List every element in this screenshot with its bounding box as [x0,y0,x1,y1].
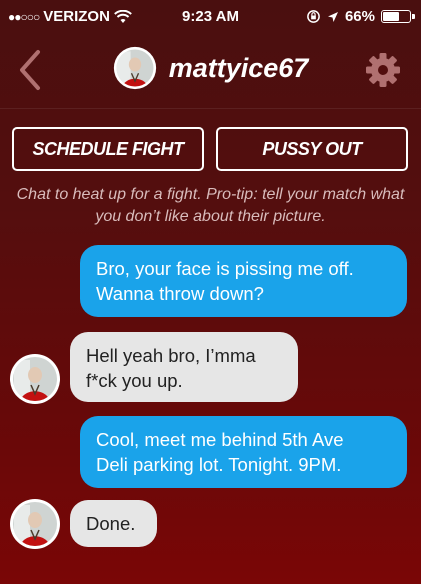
pro-tip-text: Chat to heat up for a fight. Pro-tip: te… [16,186,405,225]
action-buttons: SCHEDULE FIGHT PUSSY OUT [12,127,408,171]
nav-bar: mattyice67 [0,34,421,109]
username: mattyice67 [168,52,309,83]
schedule-fight-button[interactable]: SCHEDULE FIGHT [12,127,204,171]
message-bubble-received: Done. [70,500,157,547]
message-text: Cool, meet me behind 5th Ave [96,429,344,450]
status-right: 66% [306,8,415,25]
avatar[interactable] [10,499,60,549]
message-text: Bro, your face is pissing me off. [96,258,354,279]
avatar[interactable] [10,354,60,404]
message-bubble-sent: Cool, meet me behind 5th Ave Deli parkin… [80,416,407,488]
message-text: Deli parking lot. Tonight. 9PM. [96,454,342,475]
message-text: Wanna throw down? [96,283,264,304]
settings-button[interactable] [365,52,401,88]
status-bar: ●●○○○ VERIZON 9:23 AM 66% [0,0,421,34]
rotation-lock-icon [307,10,320,23]
message-text: Done. [86,513,136,534]
battery-icon [381,10,415,23]
battery-percent: 66% [344,8,375,25]
gear-icon [366,53,400,87]
nav-title: mattyice67 [0,46,421,90]
avatar[interactable] [113,46,157,90]
message-bubble-received: Hell yeah bro, I’mma f*ck you up. [70,332,298,402]
pussy-out-button[interactable]: PUSSY OUT [216,127,408,171]
message-text: Hell yeah bro, I’mma [86,345,256,366]
battery-nub [412,14,415,19]
battery-fill [383,12,399,21]
message-text: f*ck you up. [86,370,183,391]
message-bubble-sent: Bro, your face is pissing me off. Wanna … [80,245,407,317]
location-arrow-icon [327,11,338,22]
